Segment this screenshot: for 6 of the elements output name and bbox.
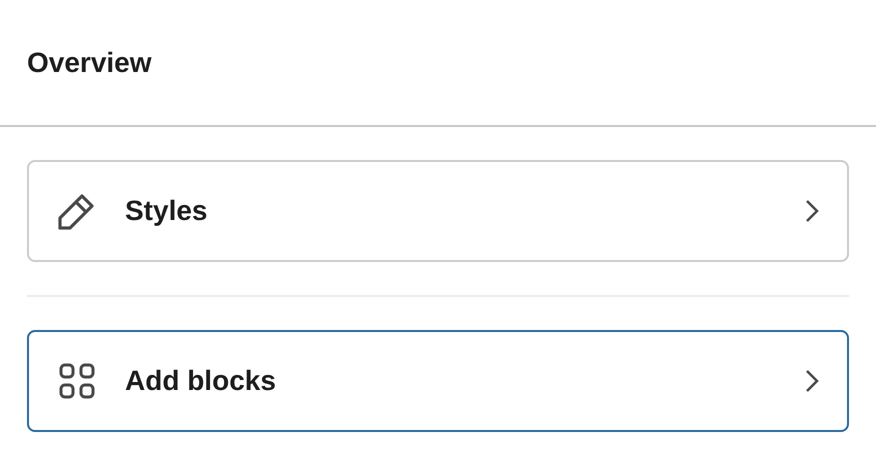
chevron-right-icon xyxy=(805,199,819,223)
grid-icon xyxy=(58,362,96,400)
nav-item[interactable]: Add blocks xyxy=(27,330,849,432)
panel-title: Overview xyxy=(27,46,152,80)
chevron-right-icon xyxy=(805,369,819,393)
nav-item[interactable]: Styles xyxy=(27,160,849,262)
